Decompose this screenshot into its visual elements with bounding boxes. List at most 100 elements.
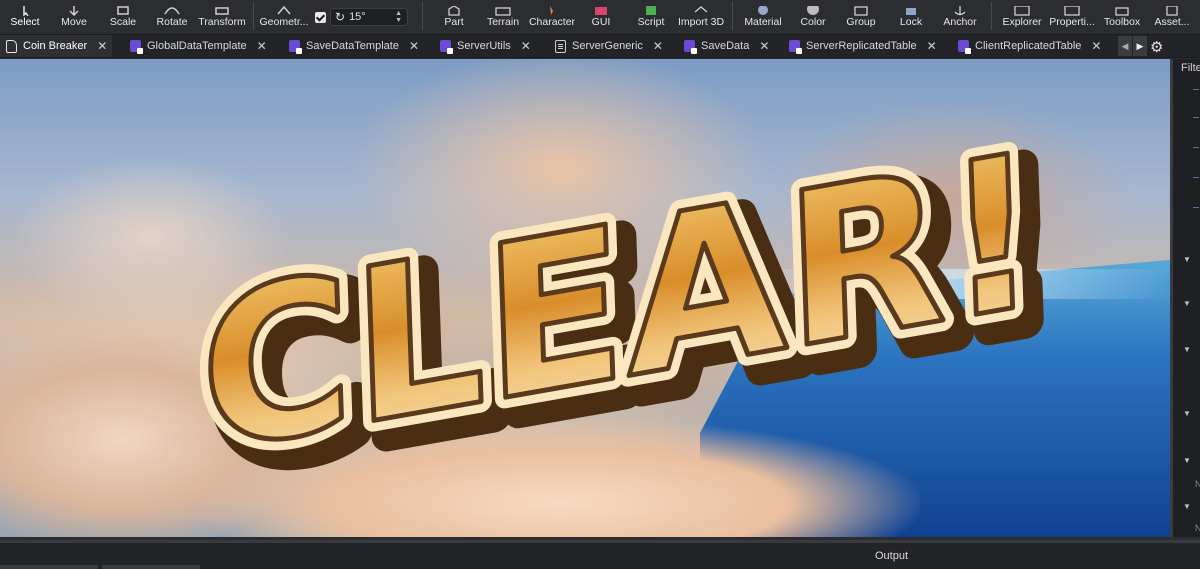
panel-tab-indicator[interactable] (102, 565, 200, 569)
material-tool-label: Material (744, 16, 782, 28)
tab-scroll-left-button[interactable]: ◀ (1118, 36, 1132, 56)
geometry-icon (274, 3, 294, 15)
color-tool-button[interactable]: Color (797, 0, 829, 34)
tab-label: SaveDataTemplate (306, 40, 399, 52)
terrain-icon (493, 3, 513, 16)
lock-tool-button[interactable]: Lock (896, 0, 926, 34)
material-icon (753, 3, 773, 15)
part-icon (444, 3, 464, 16)
group-tool-label: Group (846, 16, 876, 28)
toolbox-icon (1112, 3, 1132, 16)
tab-label: Coin Breaker (23, 40, 88, 52)
script-tool-label: Script (637, 16, 665, 28)
tab-label: ServerUtils (457, 40, 511, 52)
lock-icon (901, 3, 921, 15)
gui-tool-button[interactable]: GUI (586, 0, 616, 34)
close-icon[interactable]: ✕ (1091, 39, 1101, 53)
geometry-tool-button[interactable]: Geometr... (258, 0, 310, 34)
panel-row-marker (1193, 207, 1199, 208)
3d-viewport[interactable]: CLEAR! CLEAR! CLEAR! (0, 59, 1170, 537)
tab-save-data[interactable]: SaveData ✕ (678, 35, 778, 57)
rotation-snap-checkbox[interactable] (315, 11, 326, 23)
explorer-icon (1012, 3, 1032, 16)
expand-arrow-icon[interactable]: ▼ (1183, 255, 1191, 264)
anchor-icon (950, 3, 970, 16)
asset-manager-button[interactable]: Asset... (1152, 0, 1192, 34)
panel-row-marker (1193, 117, 1199, 118)
tab-label: ServerReplicatedTable (806, 40, 917, 52)
expand-arrow-icon[interactable]: ▼ (1183, 502, 1191, 511)
close-icon[interactable]: ✕ (759, 39, 769, 53)
move-tool-label: Move (61, 16, 87, 28)
filter-label[interactable]: Filte (1181, 62, 1200, 74)
toolbox-button[interactable]: Toolbox (1102, 0, 1142, 34)
script-tool-button[interactable]: Script (634, 0, 668, 34)
tab-save-data-template[interactable]: SaveDataTemplate ✕ (283, 35, 423, 57)
close-icon[interactable]: ✕ (521, 39, 531, 53)
import-3d-label: Import 3D (677, 16, 725, 28)
import-3d-button[interactable]: Import 3D (676, 0, 726, 34)
properties-label: Properti... (1049, 16, 1095, 28)
panel-row-marker (1193, 147, 1199, 148)
move-tool-button[interactable]: Move (56, 0, 92, 34)
toolbar-divider (422, 2, 423, 30)
tab-global-data-template[interactable]: GlobalDataTemplate ✕ (124, 35, 274, 57)
character-icon (542, 3, 562, 15)
lock-tool-label: Lock (899, 16, 923, 28)
material-tool-button[interactable]: Material (742, 0, 784, 34)
rotation-snap-input[interactable]: ↻ 15° ▲ ▼ (330, 8, 408, 26)
explorer-button[interactable]: Explorer (1001, 0, 1043, 34)
part-tool-button[interactable]: Part (437, 0, 471, 34)
terrain-tool-button[interactable]: Terrain (484, 0, 522, 34)
character-tool-button[interactable]: Character (528, 0, 576, 34)
select-tool-button[interactable]: Select (6, 0, 44, 34)
module-script-icon (289, 40, 302, 54)
tab-client-replicated-table[interactable]: ClientReplicatedTable ✕ (952, 35, 1112, 57)
panel-row-label: N (1195, 523, 1200, 533)
asset-manager-label: Asset... (1154, 16, 1190, 28)
toolbox-label: Toolbox (1103, 16, 1141, 28)
transform-tool-button[interactable]: Transform (197, 0, 247, 34)
close-icon[interactable]: ✕ (257, 39, 267, 53)
stepper-arrows-icon[interactable]: ▲ ▼ (395, 10, 402, 24)
close-icon[interactable]: ✕ (409, 39, 419, 53)
panel-row-label: N (1195, 479, 1200, 489)
gear-icon[interactable]: ⚙ (1150, 38, 1163, 56)
script-icon (641, 3, 661, 15)
module-script-icon (684, 40, 697, 54)
move-icon (64, 3, 84, 17)
anchor-tool-button[interactable]: Anchor (940, 0, 980, 34)
scale-tool-button[interactable]: Scale (105, 0, 141, 34)
cursor-icon (15, 3, 35, 17)
group-tool-button[interactable]: Group (844, 0, 878, 34)
gui-tool-label: GUI (591, 16, 611, 28)
group-icon (851, 3, 871, 16)
tab-server-utils[interactable]: ServerUtils ✕ (434, 35, 544, 57)
geometry-tool-label: Geometr... (259, 16, 309, 28)
tab-label: ClientReplicatedTable (975, 40, 1082, 52)
expand-arrow-icon[interactable]: ▼ (1183, 299, 1191, 308)
expand-arrow-icon[interactable]: ▼ (1183, 409, 1191, 418)
expand-arrow-icon[interactable]: ▼ (1183, 456, 1191, 465)
tab-server-replicated-table[interactable]: ServerReplicatedTable ✕ (783, 35, 943, 57)
rotation-snap-control: ↻ 15° ▲ ▼ (315, 8, 408, 26)
panel-tab-indicator[interactable] (0, 565, 98, 569)
tab-server-generic[interactable]: ServerGeneric ✕ (549, 35, 677, 57)
module-script-icon (789, 40, 802, 54)
close-icon[interactable]: ✕ (97, 39, 107, 53)
tab-label: ServerGeneric (572, 40, 643, 52)
terrain-tool-label: Terrain (486, 16, 520, 28)
tab-coin-breaker[interactable]: Coin Breaker ✕ (0, 35, 112, 57)
toolbar-divider (732, 2, 733, 30)
expand-arrow-icon[interactable]: ▼ (1183, 345, 1191, 354)
panel-row-marker (1193, 177, 1199, 178)
scale-tool-label: Scale (109, 16, 137, 28)
close-icon[interactable]: ✕ (927, 39, 937, 53)
close-icon[interactable]: ✕ (653, 39, 663, 53)
rotate-tool-button[interactable]: Rotate (153, 0, 191, 34)
tab-scroll-right-button[interactable]: ▶ (1133, 36, 1147, 56)
select-tool-label: Select (10, 16, 40, 28)
properties-button[interactable]: Properti... (1048, 0, 1096, 34)
place-icon (6, 39, 17, 53)
asset-manager-icon (1162, 3, 1182, 16)
